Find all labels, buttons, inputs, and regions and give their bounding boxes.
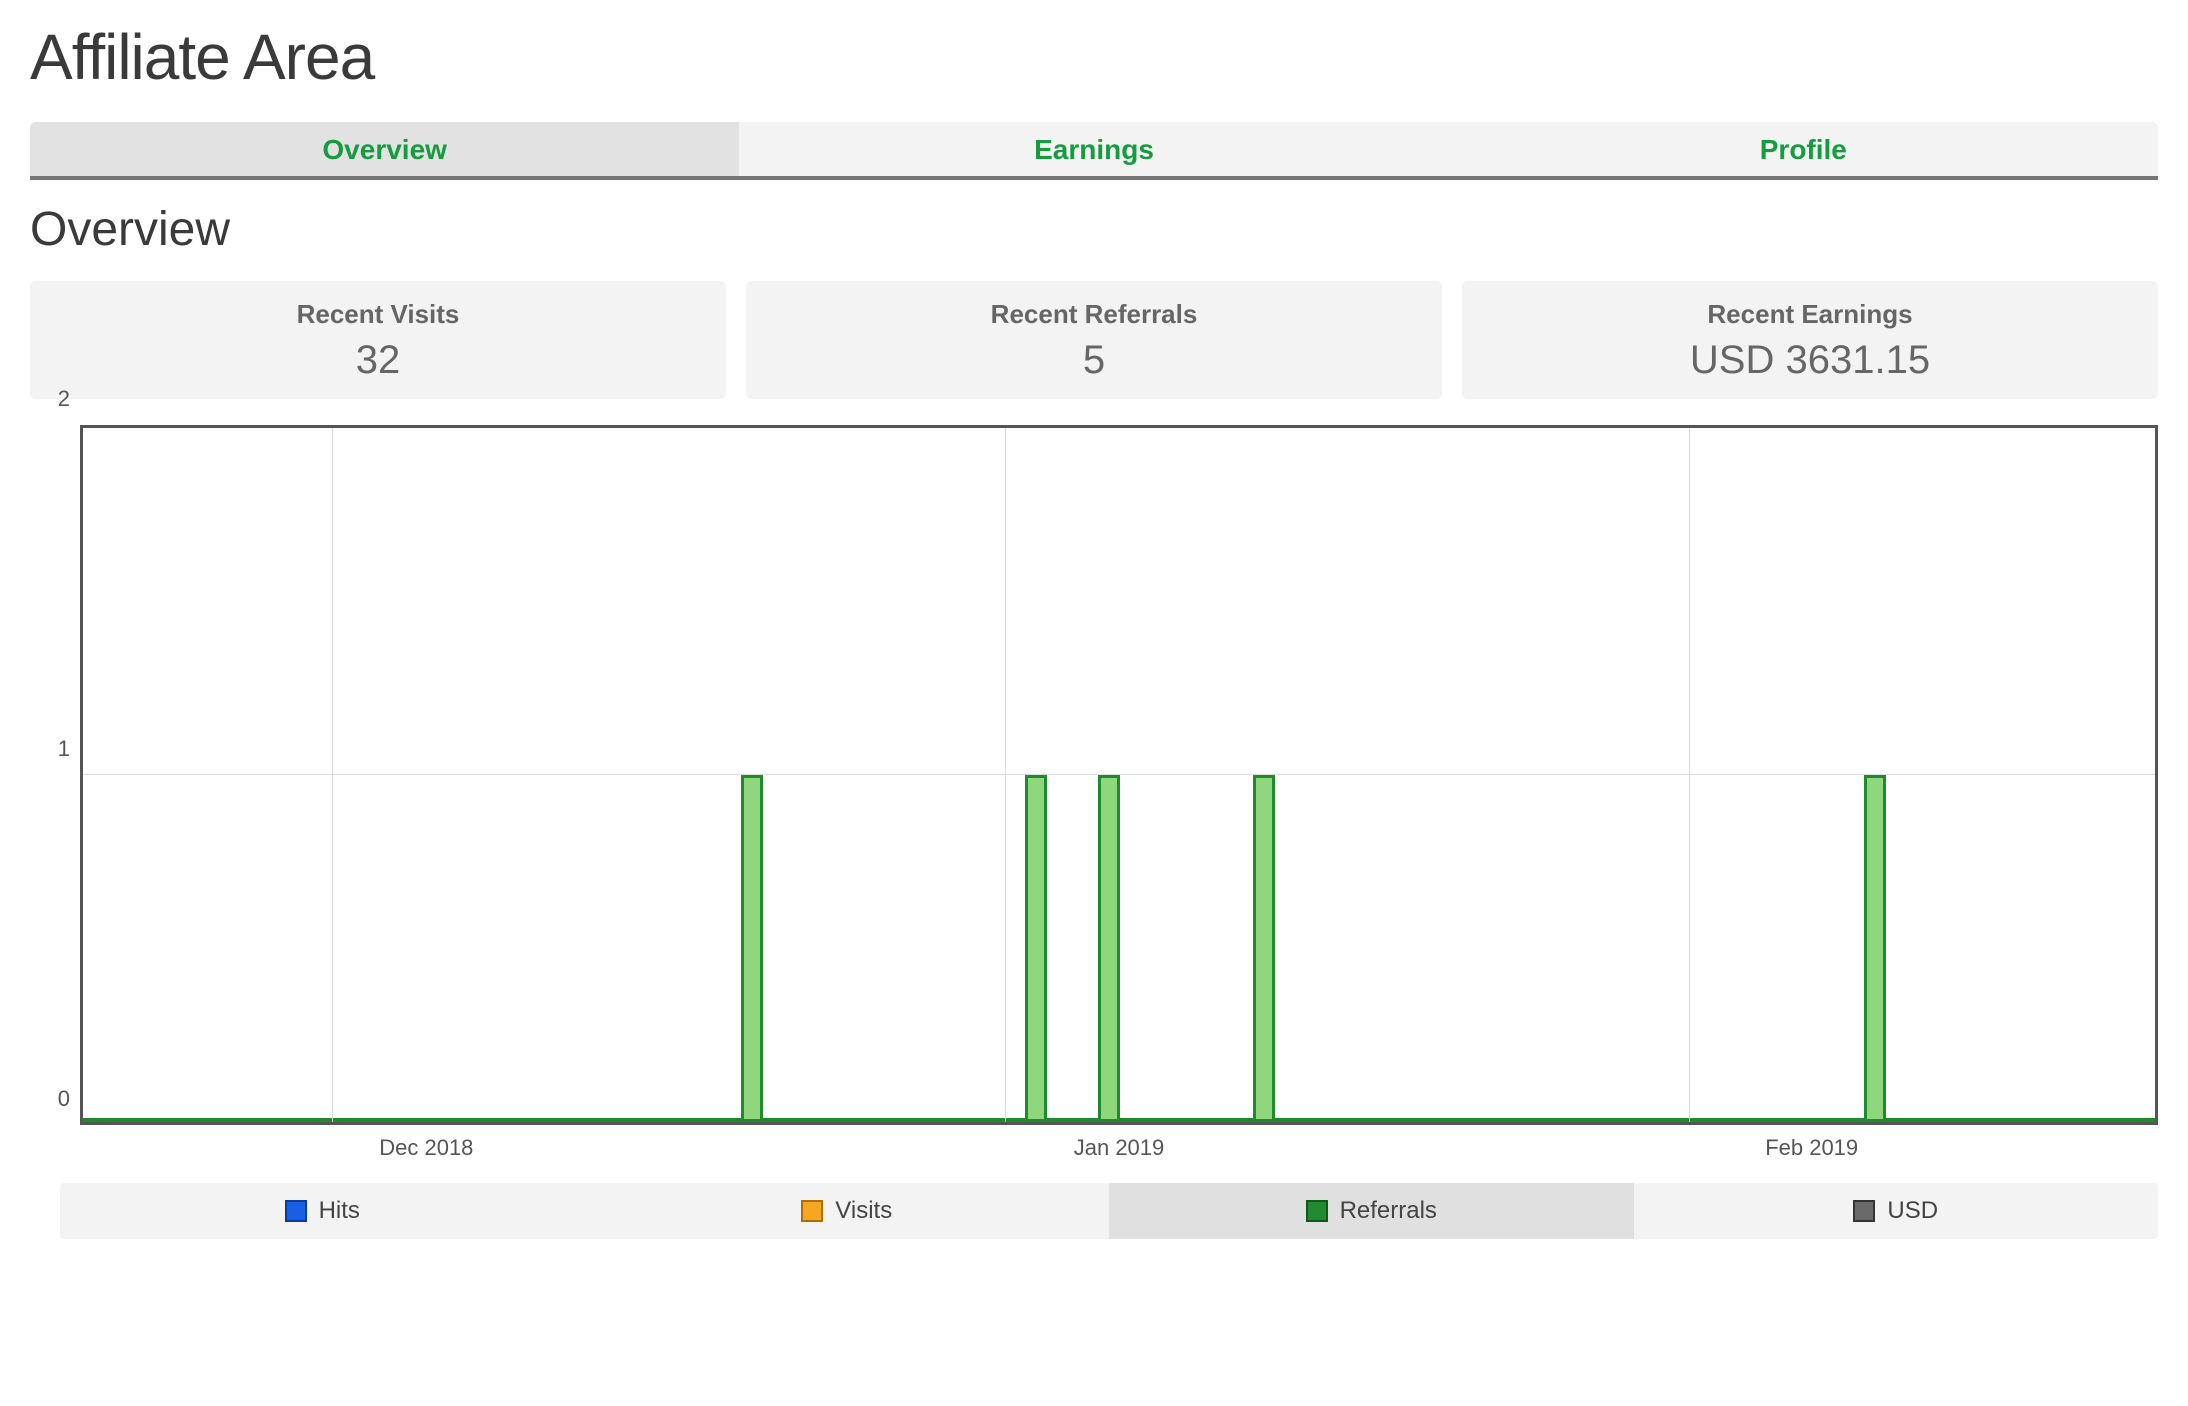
chart-bar — [1864, 775, 1886, 1122]
legend-label-hits: Hits — [319, 1197, 360, 1225]
legend-swatch-usd-icon — [1853, 1200, 1875, 1222]
chart-xlabel: Feb 2019 — [1465, 1135, 2158, 1169]
chart: 012 — [30, 425, 2158, 1125]
stat-referrals: Recent Referrals 5 — [746, 281, 1442, 399]
chart-xlabel: Dec 2018 — [80, 1135, 773, 1169]
legend-label-visits: Visits — [835, 1197, 892, 1225]
chart-vgrid — [1005, 428, 1006, 1122]
chart-bar — [1253, 775, 1275, 1122]
chart-bar — [1098, 775, 1120, 1122]
chart-legend: Hits Visits Referrals USD — [60, 1183, 2158, 1239]
chart-ytick: 2 — [58, 386, 70, 412]
stat-earnings-label: Recent Earnings — [1472, 299, 2148, 330]
legend-label-referrals: Referrals — [1340, 1197, 1437, 1225]
chart-ytick: 1 — [58, 736, 70, 762]
stat-visits-label: Recent Visits — [40, 299, 716, 330]
page-title: Affiliate Area — [30, 20, 2158, 94]
chart-vgrid — [332, 428, 333, 1122]
legend-swatch-hits-icon — [285, 1200, 307, 1222]
chart-bar — [741, 775, 763, 1122]
stat-visits-value: 32 — [40, 338, 716, 383]
chart-ytick: 0 — [58, 1086, 70, 1112]
chart-vgrid — [1689, 428, 1690, 1122]
stat-referrals-value: 5 — [756, 338, 1432, 383]
stat-referrals-label: Recent Referrals — [756, 299, 1432, 330]
legend-item-usd[interactable]: USD — [1634, 1183, 2159, 1239]
chart-xlabel: Jan 2019 — [773, 1135, 1466, 1169]
chart-yaxis: 012 — [30, 425, 80, 1125]
legend-item-hits[interactable]: Hits — [60, 1183, 585, 1239]
tab-overview[interactable]: Overview — [30, 122, 739, 176]
chart-bar — [1025, 775, 1047, 1122]
tabs: Overview Earnings Profile — [30, 122, 2158, 180]
tab-earnings[interactable]: Earnings — [739, 122, 1448, 176]
legend-item-referrals[interactable]: Referrals — [1109, 1183, 1634, 1239]
legend-swatch-visits-icon — [801, 1200, 823, 1222]
legend-swatch-referrals-icon — [1306, 1200, 1328, 1222]
stat-earnings-value: USD 3631.15 — [1472, 338, 2148, 383]
stat-earnings: Recent Earnings USD 3631.15 — [1462, 281, 2158, 399]
tab-profile[interactable]: Profile — [1449, 122, 2158, 176]
legend-item-visits[interactable]: Visits — [585, 1183, 1110, 1239]
stat-visits: Recent Visits 32 — [30, 281, 726, 399]
chart-plot — [80, 425, 2158, 1125]
legend-label-usd: USD — [1887, 1197, 1938, 1225]
section-title: Overview — [30, 202, 2158, 257]
chart-xaxis: Dec 2018Jan 2019Feb 2019 — [80, 1135, 2158, 1169]
stats-row: Recent Visits 32 Recent Referrals 5 Rece… — [30, 281, 2158, 399]
